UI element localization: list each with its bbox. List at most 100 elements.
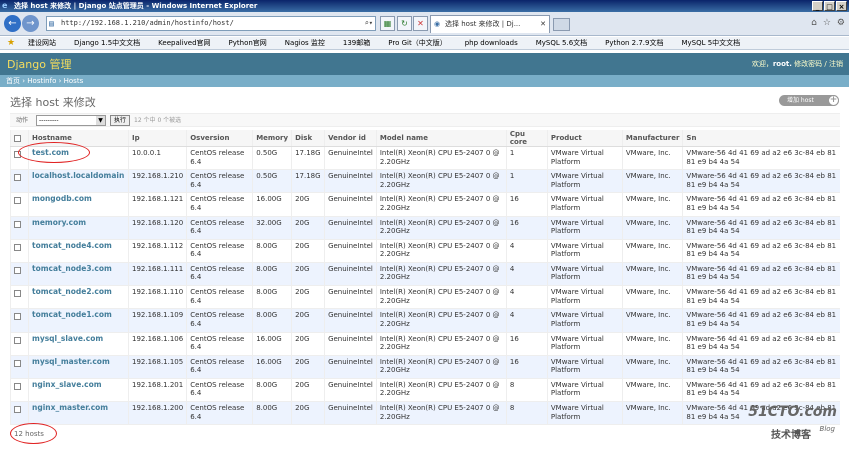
hostname-cell: mysql_slave.com (28, 332, 129, 356)
cell-disk: 20G (291, 332, 325, 356)
row-checkbox[interactable] (14, 266, 21, 274)
hostname-link[interactable]: mysql_master.com (32, 357, 110, 366)
site-brand[interactable]: Django 管理 (7, 56, 71, 72)
favorite-link[interactable]: php downloads (465, 39, 518, 47)
tab-label: 选择 host 来修改 | Dj... (445, 20, 521, 28)
row-select-cell (10, 192, 29, 217)
table-row: tomcat_node3.com 192.168.1.111 CentOS rele… (10, 262, 840, 287)
favorite-link[interactable]: Nagios 监控 (285, 38, 325, 48)
favorite-link[interactable]: MySQL 5中文文档 (681, 38, 740, 48)
table-row: tomcat_node2.com 192.168.1.110 CentOS rele… (10, 285, 840, 310)
table-row: nginx_master.com 192.168.1.200 CentOS rele… (10, 401, 840, 426)
favorite-link[interactable]: Keepalived官网 (158, 38, 210, 48)
logout-link[interactable]: 注销 (829, 60, 843, 68)
cell-cpu: 1 (505, 146, 548, 171)
column-header[interactable]: Sn (682, 130, 840, 147)
column-header[interactable]: Product (546, 130, 623, 147)
row-checkbox[interactable] (14, 406, 21, 414)
add-host-button[interactable]: 增加 host + (779, 95, 839, 106)
cell-cpu: 4 (505, 262, 548, 287)
window-title: 选择 host 来修改 | Django 站点管理员 - Windows Int… (14, 2, 258, 10)
row-select-cell (10, 169, 29, 194)
cell-os: CentOS release 6.4 (186, 169, 253, 194)
favorite-link[interactable]: 建设网站 (28, 38, 56, 48)
table-row: mongodb.com 192.168.1.121 CentOS release 6… (10, 192, 840, 217)
cell-model: Intel(R) Xeon(R) CPU E5-2407 0 @ 2.20GHz (375, 262, 507, 287)
minimize-icon[interactable]: _ (812, 1, 823, 11)
row-checkbox[interactable] (14, 313, 21, 321)
browser-tab[interactable]: ◉ 选择 host 来修改 | Dj... ✕ (430, 15, 550, 33)
cell-disk: 20G (291, 192, 325, 217)
hostname-link[interactable]: tomcat_node1.com (32, 310, 112, 320)
cell-mem: 8.00G (252, 401, 292, 426)
favorite-link[interactable]: Django 1.5中文文档 (74, 38, 140, 48)
address-bar[interactable]: ▤ http://192.168.1.210/admin/hostinfo/ho… (46, 16, 376, 31)
hostname-link[interactable]: nginx_slave.com (32, 380, 102, 389)
favorite-link[interactable]: 139邮箱 (343, 38, 370, 48)
maximize-icon[interactable]: □ (824, 1, 835, 11)
cell-os: CentOS release 6.4 (186, 192, 253, 217)
favorites-bar: ★ 建设网站 Django 1.5中文文档 Keepalived官网 Pytho… (0, 37, 849, 50)
compat-view-icon[interactable]: ▦ (380, 16, 395, 31)
hostname-link[interactable]: mongodb.com (32, 194, 92, 204)
column-header[interactable]: Disk (291, 130, 325, 147)
column-header[interactable]: Memory (252, 130, 292, 147)
column-header[interactable]: Vendor id (324, 130, 377, 147)
column-header[interactable]: Manufacturer (621, 130, 683, 147)
favorite-link[interactable]: MySQL 5.6文档 (536, 38, 587, 48)
cell-model: Intel(R) Xeon(R) CPU E5-2407 0 @ 2.20GHz (375, 332, 507, 356)
row-select-cell (10, 216, 29, 240)
column-header[interactable]: Osversion (186, 130, 253, 147)
hostname-link[interactable]: nginx_master.com (32, 403, 108, 412)
favorites-star-icon[interactable]: ☆ (823, 18, 831, 28)
tab-close-icon[interactable]: ✕ (540, 16, 546, 33)
cell-vendor: GenuineIntel (324, 239, 377, 263)
row-checkbox[interactable] (14, 197, 21, 205)
row-checkbox[interactable] (14, 243, 21, 251)
column-header[interactable]: Model name (375, 130, 507, 147)
cell-os: CentOS release 6.4 (186, 285, 253, 310)
cell-vendor: GenuineIntel (324, 192, 377, 217)
hostname-cell: nginx_master.com (28, 401, 129, 426)
breadcrumb-app[interactable]: Hostinfo (27, 77, 56, 85)
action-select[interactable]: --------- ▼ (36, 115, 106, 126)
change-password-link[interactable]: 修改密码 (794, 60, 822, 68)
forward-arrow-icon[interactable]: → (22, 15, 39, 32)
favorite-link[interactable]: Pro Git（中文版） (388, 38, 446, 48)
row-checkbox[interactable] (14, 382, 21, 390)
row-checkbox[interactable] (14, 290, 21, 298)
favorite-link[interactable]: Python官网 (229, 38, 267, 48)
hostname-cell: mongodb.com (28, 192, 129, 217)
favorite-link[interactable]: Python 2.7.9文档 (605, 38, 663, 48)
row-checkbox[interactable] (14, 220, 21, 228)
back-arrow-icon[interactable]: ← (4, 15, 21, 32)
breadcrumb-separator: › (22, 77, 26, 85)
search-icon[interactable]: ⌕▾ (365, 17, 373, 30)
refresh-icon[interactable]: ↻ (397, 16, 412, 31)
close-icon[interactable]: × (836, 1, 847, 11)
hostname-link[interactable]: localhost.localdomain (32, 171, 124, 180)
hostname-link[interactable]: tomcat_node2.com (32, 287, 112, 296)
favorites-icon[interactable]: ★ (0, 38, 22, 48)
home-icon[interactable]: ⌂ (811, 18, 817, 28)
stop-icon[interactable]: ✕ (413, 16, 428, 31)
hostname-link[interactable]: mysql_slave.com (32, 334, 103, 343)
action-go-button[interactable]: 执行 (110, 115, 131, 126)
column-header[interactable]: Ip (127, 130, 187, 147)
row-checkbox[interactable] (14, 336, 21, 344)
row-checkbox[interactable] (14, 174, 21, 182)
hostname-link[interactable]: tomcat_node3.com (32, 264, 112, 273)
hostname-link[interactable]: memory.com (32, 218, 86, 227)
column-header[interactable]: Cpu core (505, 130, 548, 147)
cell-mem: 0.50G (252, 169, 292, 194)
tools-gear-icon[interactable]: ⚙ (837, 18, 845, 28)
select-all-checkbox[interactable] (14, 134, 21, 142)
chevron-down-icon: ▼ (96, 116, 105, 125)
breadcrumb-home[interactable]: 首页 (6, 77, 20, 85)
new-tab-button[interactable] (553, 18, 570, 31)
row-checkbox[interactable] (14, 359, 21, 367)
hostname-link[interactable]: tomcat_node4.com (32, 241, 112, 250)
cell-ip: 192.168.1.110 (127, 285, 187, 310)
row-select-cell (10, 285, 29, 310)
cell-mfr: VMware, Inc. (621, 146, 683, 171)
